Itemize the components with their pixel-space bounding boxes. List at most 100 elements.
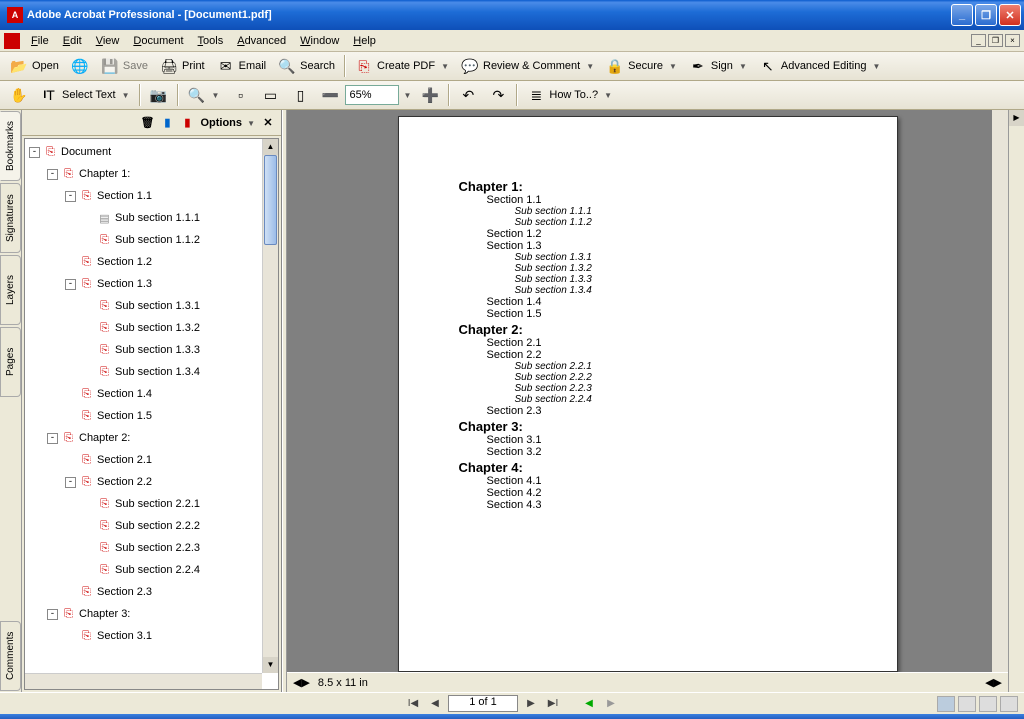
bookmark-item[interactable]: ⎘Sub section 2.2.4 bbox=[27, 559, 260, 581]
scrollbar-thumb[interactable] bbox=[264, 155, 277, 245]
bookmark-item[interactable]: ⎘Sub section 1.3.4 bbox=[27, 361, 260, 383]
doc-vscrollbar[interactable] bbox=[992, 110, 1008, 672]
prev-view-button[interactable]: ◀ bbox=[580, 696, 598, 712]
first-page-button[interactable]: I◀ bbox=[404, 696, 422, 712]
mdi-minimize-button[interactable]: _ bbox=[971, 34, 986, 47]
bookmark-item[interactable]: ⎘Sub section 1.3.3 bbox=[27, 339, 260, 361]
tree-toggle-icon[interactable]: - bbox=[47, 609, 58, 620]
tree-toggle-icon[interactable]: - bbox=[29, 147, 40, 158]
minimize-button[interactable]: _ bbox=[951, 4, 973, 26]
menu-edit[interactable]: Edit bbox=[56, 33, 89, 49]
bookmark-item[interactable]: ⎘Sub section 2.2.1 bbox=[27, 493, 260, 515]
facing-view-button[interactable] bbox=[979, 696, 997, 712]
next-view-button[interactable]: ▶ bbox=[602, 696, 620, 712]
zoom-out-button[interactable]: ➖ bbox=[316, 84, 344, 106]
tree-toggle-icon[interactable]: - bbox=[47, 169, 58, 180]
bookmark-item[interactable]: -⎘Section 1.3 bbox=[27, 273, 260, 295]
expand-right-icon[interactable]: ▶ bbox=[1009, 110, 1024, 126]
menu-view[interactable]: View bbox=[89, 33, 127, 49]
bookmark-item[interactable]: ⎘Sub section 2.2.2 bbox=[27, 515, 260, 537]
menu-file[interactable]: File bbox=[24, 33, 56, 49]
close-button[interactable]: ✕ bbox=[999, 4, 1021, 26]
bookmark-item[interactable]: ▤Sub section 1.1.1 bbox=[27, 207, 260, 229]
menu-advanced[interactable]: Advanced bbox=[230, 33, 293, 49]
bookmark-item[interactable]: ⎘Sub section 2.2.3 bbox=[27, 537, 260, 559]
mdi-restore-button[interactable]: ❐ bbox=[988, 34, 1003, 47]
hscroll-right-icon[interactable]: ◀▶ bbox=[985, 676, 1002, 689]
rotate-cw-button[interactable]: ↷ bbox=[484, 84, 512, 106]
trash-icon[interactable]: 🗑 bbox=[140, 116, 154, 130]
bookmark-item[interactable]: -⎘Chapter 1: bbox=[27, 163, 260, 185]
bookmark-item[interactable]: ⎘Sub section 1.3.2 bbox=[27, 317, 260, 339]
advanced-editing-button[interactable]: ↖Advanced Editing▼ bbox=[754, 55, 886, 77]
hscroll-left-icon[interactable]: ◀▶ bbox=[293, 676, 310, 689]
new-bookmark-icon[interactable]: ▮ bbox=[160, 116, 174, 130]
continuous-facing-view-button[interactable] bbox=[1000, 696, 1018, 712]
tree-toggle-icon[interactable]: - bbox=[65, 279, 76, 290]
snapshot-button[interactable]: 📷 bbox=[145, 84, 173, 106]
page-number-input[interactable]: 1 of 1 bbox=[448, 695, 518, 712]
print-button[interactable]: 🖨Print bbox=[155, 55, 210, 77]
bookmark-item[interactable]: ⎘Section 1.5 bbox=[27, 405, 260, 427]
bookmarks-hscrollbar[interactable] bbox=[25, 673, 262, 689]
menu-window[interactable]: Window bbox=[293, 33, 346, 49]
maximize-button[interactable]: ❐ bbox=[975, 4, 997, 26]
single-page-view-button[interactable] bbox=[937, 696, 955, 712]
tab-pages[interactable]: Pages bbox=[0, 327, 21, 397]
bookmark-item[interactable]: ⎘Sub section 1.1.2 bbox=[27, 229, 260, 251]
search-button[interactable]: 🔍Search bbox=[273, 55, 340, 77]
continuous-view-button[interactable] bbox=[958, 696, 976, 712]
scroll-up-icon[interactable]: ▲ bbox=[263, 139, 278, 155]
scroll-down-icon[interactable]: ▼ bbox=[263, 657, 278, 673]
sign-button[interactable]: ✒Sign▼ bbox=[684, 55, 752, 77]
tree-toggle-icon[interactable]: - bbox=[65, 191, 76, 202]
bookmarks-vscrollbar[interactable]: ▲ ▼ bbox=[262, 139, 278, 673]
menu-tools[interactable]: Tools bbox=[191, 33, 231, 49]
fit-page-button[interactable]: ▭ bbox=[256, 84, 284, 106]
next-page-button[interactable]: ▶ bbox=[522, 696, 540, 712]
select-text-button[interactable]: ITSelect Text▼ bbox=[35, 84, 135, 106]
tab-layers[interactable]: Layers bbox=[0, 255, 21, 325]
howto-button[interactable]: ≣How To..?▼ bbox=[522, 84, 617, 106]
bookmark-item[interactable]: -⎘Section 2.2 bbox=[27, 471, 260, 493]
tab-comments[interactable]: Comments bbox=[0, 621, 21, 691]
chevron-down-icon[interactable]: ▼ bbox=[403, 91, 411, 100]
fit-width-button[interactable]: ▯ bbox=[286, 84, 314, 106]
bookmark-item[interactable]: -⎘Chapter 3: bbox=[27, 603, 260, 625]
review-button[interactable]: 💬Review & Comment▼ bbox=[456, 55, 599, 77]
hand-tool-button[interactable]: ✋ bbox=[5, 84, 33, 106]
new-from-structure-icon[interactable]: ▮ bbox=[180, 116, 194, 130]
tree-toggle-icon[interactable]: - bbox=[65, 477, 76, 488]
save-button[interactable]: 💾Save bbox=[96, 55, 153, 77]
bookmark-item[interactable]: -⎘Chapter 2: bbox=[27, 427, 260, 449]
bookmark-item[interactable]: ⎘Section 2.3 bbox=[27, 581, 260, 603]
tree-toggle-icon[interactable]: - bbox=[47, 433, 58, 444]
web-button[interactable]: 🌐 bbox=[66, 55, 94, 77]
email-button[interactable]: ✉Email bbox=[212, 55, 272, 77]
bookmark-item[interactable]: ⎘Section 3.1 bbox=[27, 625, 260, 647]
rotate-ccw-button[interactable]: ↶ bbox=[454, 84, 482, 106]
open-button[interactable]: 📂Open bbox=[5, 55, 64, 77]
bookmark-item[interactable]: ⎘Section 1.2 bbox=[27, 251, 260, 273]
menu-help[interactable]: Help bbox=[346, 33, 383, 49]
zoom-input[interactable]: 65% bbox=[345, 85, 399, 105]
actual-size-button[interactable]: ▫ bbox=[226, 84, 254, 106]
bookmark-item[interactable]: ⎘Section 1.4 bbox=[27, 383, 260, 405]
tab-bookmarks[interactable]: Bookmarks bbox=[0, 111, 21, 181]
zoom-in-button[interactable]: 🔍▼ bbox=[183, 84, 225, 106]
create-pdf-button[interactable]: ⎘Create PDF▼ bbox=[350, 55, 454, 77]
bookmark-item[interactable]: -⎘Section 1.1 bbox=[27, 185, 260, 207]
tab-signatures[interactable]: Signatures bbox=[0, 183, 21, 253]
bookmark-item[interactable]: ⎘Sub section 1.3.1 bbox=[27, 295, 260, 317]
prev-page-button[interactable]: ◀ bbox=[426, 696, 444, 712]
bookmark-item[interactable]: ⎘Section 2.1 bbox=[27, 449, 260, 471]
mdi-close-button[interactable]: × bbox=[1005, 34, 1020, 47]
options-menu[interactable]: Options ▼ bbox=[200, 117, 255, 129]
last-page-button[interactable]: ▶I bbox=[544, 696, 562, 712]
menu-document[interactable]: Document bbox=[126, 33, 190, 49]
zoom-plus-button[interactable]: ➕ bbox=[416, 84, 444, 106]
secure-button[interactable]: 🔒Secure▼ bbox=[601, 55, 682, 77]
close-panel-icon[interactable]: ✕ bbox=[261, 116, 275, 130]
bookmark-item[interactable]: -⎘Document bbox=[27, 141, 260, 163]
page-text: Sub section 1.3.2 bbox=[515, 263, 867, 274]
